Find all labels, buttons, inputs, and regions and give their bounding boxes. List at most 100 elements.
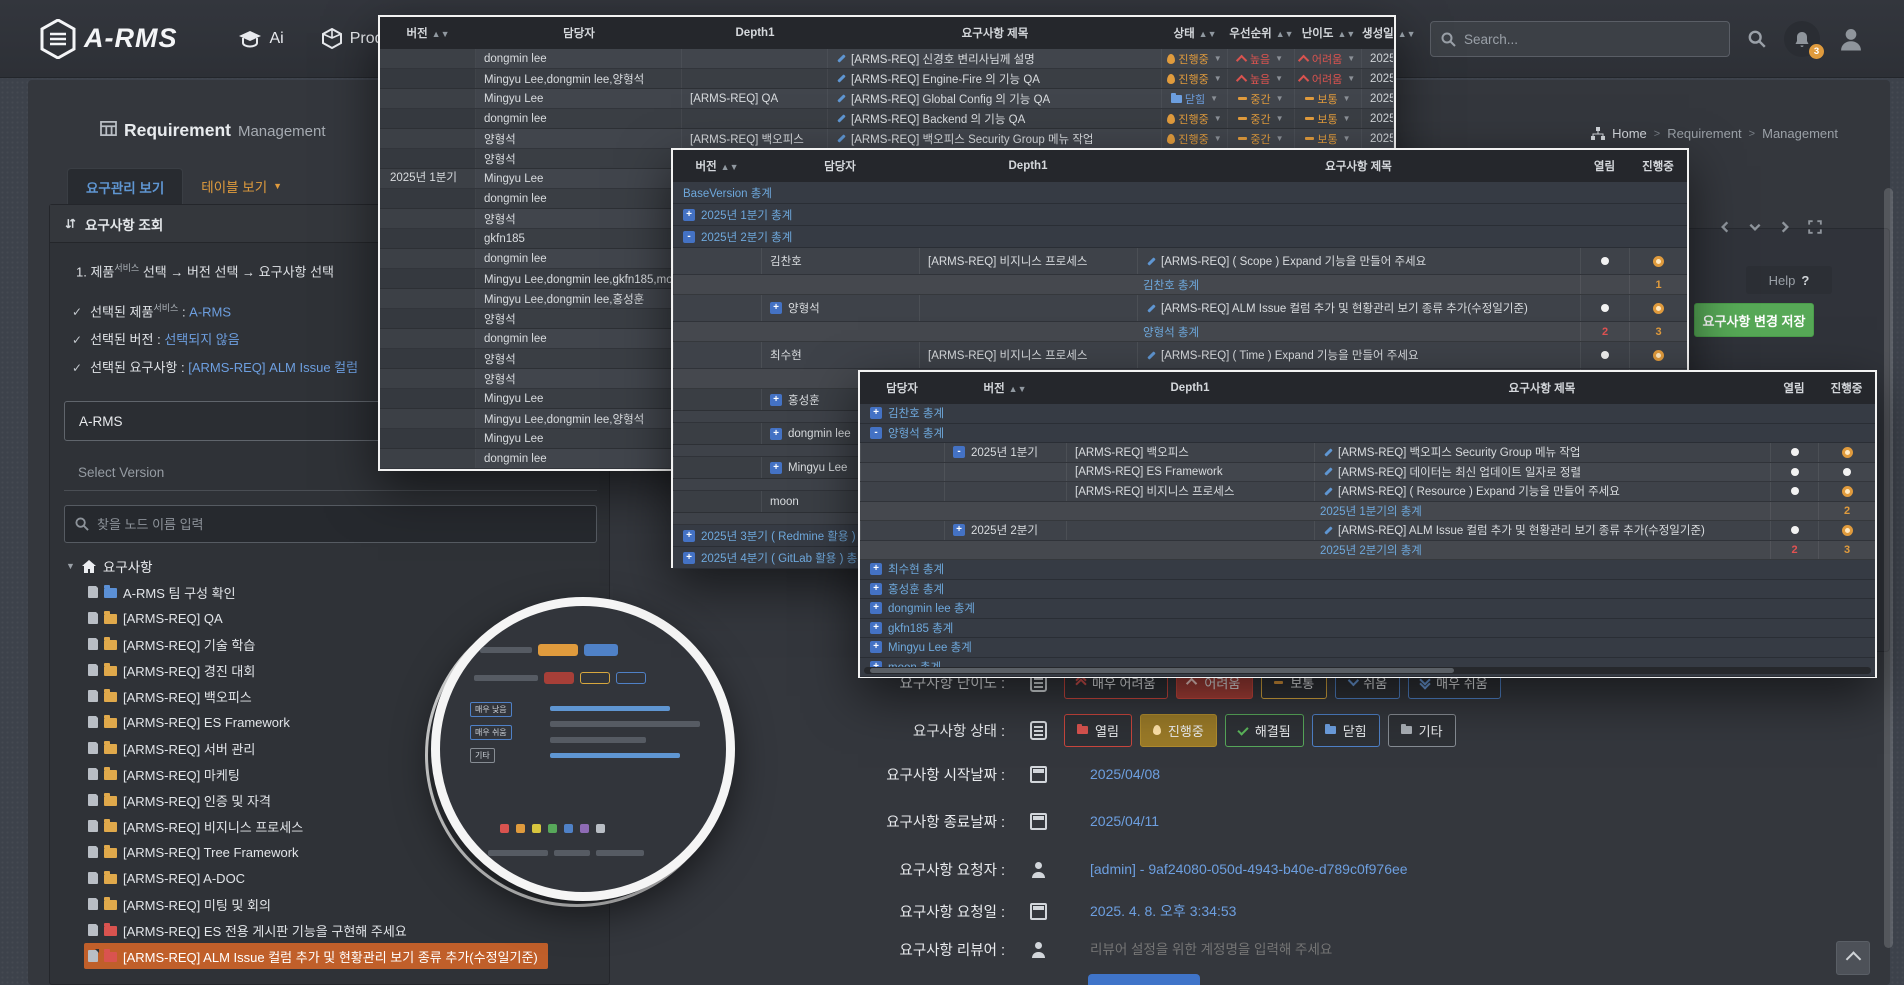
table-row[interactable]: Mingyu Lee 총계 3 (860, 638, 1875, 658)
status-option-button[interactable]: 기타 (1388, 714, 1456, 747)
table-row[interactable]: 최수현 [ARMS-REQ] 비지니스 프로세스 [ARMS-REQ] ( Ti… (673, 342, 1687, 369)
table-row[interactable]: 김찬호 총계 1 (860, 404, 1875, 424)
expand-toggle-icon[interactable] (683, 231, 695, 243)
expand-toggle-icon[interactable] (870, 427, 882, 439)
table-row[interactable]: 양형석 [ARMS-REQ] ALM Issue 컬럼 추가 및 현황관리 보기… (673, 295, 1687, 322)
table-row[interactable]: 양형석 [ARMS-REQ] 백오피스 [ARMS-REQ] 백오피스 Secu… (380, 129, 1394, 149)
save-requirement-button[interactable]: 요구사항 변경 저장 (1694, 303, 1814, 337)
difficulty-dropdown[interactable]: 어려움▼ (1301, 51, 1355, 67)
column-header-version[interactable]: 버전▲▼ (944, 380, 1066, 396)
breadcrumb-home[interactable]: Home (1612, 126, 1647, 141)
tree-root[interactable]: ▼ 요구사항 (66, 553, 601, 579)
scrollbar-thumb[interactable] (870, 668, 1454, 673)
column-header-version[interactable]: 버전▲▼ (673, 158, 761, 174)
tree-item[interactable]: A-RMS 팀 구성 확인 (88, 579, 601, 605)
help-button[interactable]: Help? (1746, 266, 1832, 294)
table-row[interactable]: dongmin lee [ARMS-REQ] 신경호 변리사님께 설명 진행중▼… (380, 49, 1394, 69)
edit-pencil-icon[interactable] (836, 133, 846, 144)
table-row[interactable]: 2025년 2분기 [ARMS-REQ] ALM Issue 컬럼 추가 및 현… (860, 521, 1875, 541)
edit-pencil-icon[interactable] (1323, 525, 1333, 536)
expand-toggle-icon[interactable] (683, 209, 695, 221)
tree-search-input[interactable] (97, 517, 586, 532)
user-icon[interactable] (1838, 26, 1864, 52)
expand-toggle-icon[interactable] (870, 641, 882, 653)
table-row[interactable]: 양형석 총계 2 5 (860, 424, 1875, 444)
table-row[interactable]: 최수현 총계 1 (860, 560, 1875, 580)
status-dropdown[interactable]: 진행중▼ (1167, 111, 1221, 127)
edit-pencil-icon[interactable] (1323, 447, 1333, 458)
priority-dropdown[interactable]: 높음▼ (1239, 51, 1283, 67)
table-row[interactable]: [ARMS-REQ] ES Framework [ARMS-REQ] 데이터는 … (860, 463, 1875, 483)
chevron-down-icon[interactable] (1748, 220, 1762, 234)
table-row[interactable]: Mingyu Lee [ARMS-REQ] QA [ARMS-REQ] Glob… (380, 89, 1394, 109)
expand-toggle-icon[interactable] (770, 302, 782, 314)
edit-pencil-icon[interactable] (1146, 350, 1156, 361)
table-row[interactable]: gkfn185 총계 1 (860, 619, 1875, 639)
expand-toggle-icon[interactable] (770, 428, 782, 440)
difficulty-dropdown[interactable]: 보통▼ (1305, 111, 1350, 127)
global-search-input[interactable] (1464, 32, 1719, 47)
chevron-left-icon[interactable] (1718, 220, 1732, 234)
horizontal-scrollbar[interactable] (864, 667, 1871, 674)
table-row[interactable]: 2025년 1분기 총계 8 (673, 204, 1687, 226)
expand-toggle-icon[interactable] (770, 462, 782, 474)
table-row[interactable]: 김찬호 총계 1 (673, 275, 1687, 295)
table-row[interactable]: 2025년 1분기 [ARMS-REQ] 백오피스 [ARMS-REQ] 백오피… (860, 443, 1875, 463)
expand-toggle-icon[interactable] (683, 552, 695, 564)
column-header-difficulty[interactable]: 난이도▲▼ (1295, 25, 1362, 41)
table-row[interactable]: dongmin lee 총계 17 14 (860, 599, 1875, 619)
table-row[interactable]: BaseVersion 총계 (673, 182, 1687, 204)
column-header-priority[interactable]: 우선순위▲▼ (1228, 25, 1295, 41)
status-dropdown[interactable]: 진행중▼ (1167, 71, 1221, 87)
expand-toggle-icon[interactable] (953, 446, 965, 458)
status-option-button[interactable]: 열림 (1064, 714, 1132, 747)
expand-toggle-icon[interactable] (683, 530, 695, 542)
reviewer-assign-button[interactable] (1088, 974, 1200, 985)
scroll-to-top-button[interactable] (1836, 941, 1870, 975)
status-dropdown[interactable]: 닫힘▼ (1171, 91, 1218, 107)
edit-pencil-icon[interactable] (836, 73, 846, 84)
difficulty-dropdown[interactable]: 보통▼ (1305, 131, 1350, 147)
priority-dropdown[interactable]: 중간▼ (1238, 111, 1283, 127)
table-row[interactable]: 2025년 2분기의 총계 2 3 (860, 541, 1875, 561)
edit-pencil-icon[interactable] (836, 113, 846, 124)
breadcrumb-item[interactable]: Requirement (1667, 126, 1741, 141)
edit-pencil-icon[interactable] (1146, 256, 1156, 267)
expand-icon[interactable] (1808, 220, 1822, 234)
table-row[interactable]: 김찬호 [ARMS-REQ] 비지니스 프로세스 [ARMS-REQ] ( Sc… (673, 248, 1687, 275)
table-row[interactable]: dongmin lee [ARMS-REQ] Backend 의 기능 QA 진… (380, 109, 1394, 129)
edit-pencil-icon[interactable] (836, 93, 846, 104)
reviewer-input[interactable] (1090, 942, 1510, 957)
table-row[interactable]: 2025년 2분기 총계 20 20 (673, 226, 1687, 248)
field-value[interactable]: 2025/04/08 (1090, 766, 1160, 782)
tab-requirement-view[interactable]: 요구관리 보기 (67, 168, 183, 204)
table-row[interactable]: [ARMS-REQ] 비지니스 프로세스 [ARMS-REQ] ( Resour… (860, 482, 1875, 502)
expand-toggle-icon[interactable] (870, 583, 882, 595)
search-submit-icon[interactable] (1748, 30, 1766, 48)
column-header-status[interactable]: 상태▲▼ (1162, 25, 1228, 41)
app-logo[interactable]: A-RMS (40, 19, 178, 59)
status-option-button[interactable]: 진행중 (1140, 714, 1217, 747)
edit-pencil-icon[interactable] (1323, 486, 1333, 497)
column-header-version[interactable]: 버전▲▼ (380, 25, 476, 41)
table-row[interactable]: 2025년 1분기의 총계 2 (860, 502, 1875, 522)
field-value[interactable]: 2025. 4. 8. 오후 3:34:53 (1090, 901, 1236, 921)
chevron-right-icon[interactable] (1778, 220, 1792, 234)
notification-button[interactable]: 3 (1784, 21, 1820, 57)
page-scrollbar[interactable] (1884, 188, 1893, 948)
edit-pencil-icon[interactable] (836, 53, 846, 64)
table-row[interactable]: 양형석 총계 2 3 (673, 322, 1687, 342)
status-option-button[interactable]: 해결됨 (1225, 714, 1304, 747)
field-value[interactable]: 2025/04/11 (1090, 813, 1159, 829)
priority-dropdown[interactable]: 중간▼ (1238, 91, 1283, 107)
expand-toggle-icon[interactable] (870, 563, 882, 575)
status-dropdown[interactable]: 진행중▼ (1167, 131, 1221, 147)
status-dropdown[interactable]: 진행중▼ (1167, 51, 1221, 67)
edit-pencil-icon[interactable] (1323, 466, 1333, 477)
status-option-button[interactable]: 닫힘 (1312, 714, 1380, 747)
table-row[interactable]: Mingyu Lee,dongmin lee,양형석 [ARMS-REQ] En… (380, 69, 1394, 89)
expand-toggle-icon[interactable] (770, 394, 782, 406)
expand-toggle-icon[interactable] (870, 622, 882, 634)
edit-pencil-icon[interactable] (1146, 303, 1156, 314)
expand-toggle-icon[interactable] (870, 407, 882, 419)
